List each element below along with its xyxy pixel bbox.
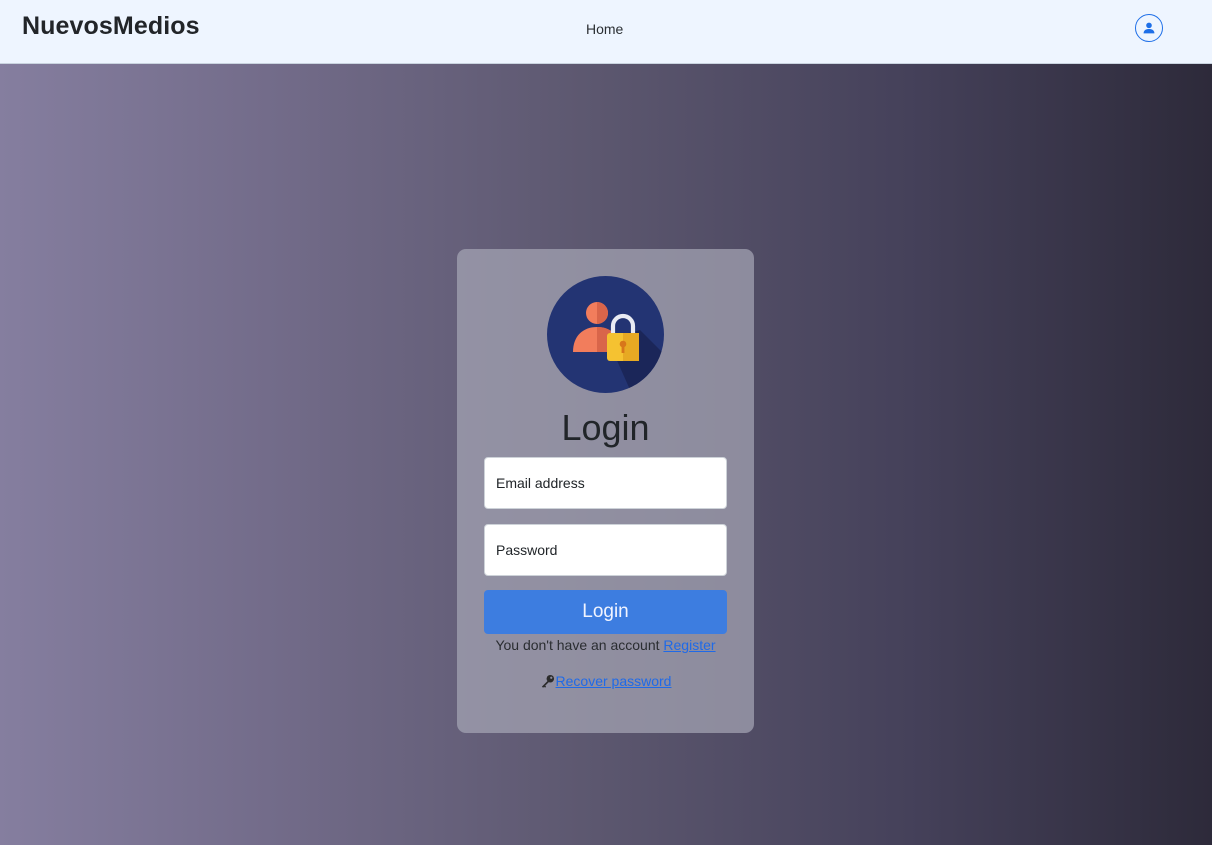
user-circle-icon [1143,22,1155,34]
recover-password-line: Recover password [457,673,754,689]
login-title: Login [561,407,650,448]
password-field[interactable] [484,524,727,576]
recover-password-link[interactable]: Recover password [556,673,672,689]
register-prompt-line: You don't have an account Register [457,637,754,653]
login-submit-button[interactable]: Login [484,590,727,634]
user-lock-icon [547,276,664,393]
register-prompt-text: You don't have an account [495,637,660,653]
register-link[interactable]: Register [663,637,715,653]
brand-logo[interactable]: NuevosMedios [22,12,200,41]
email-field[interactable] [484,457,727,509]
top-navbar: NuevosMedios Home [0,0,1212,64]
key-icon [541,674,554,688]
nav-link-home[interactable]: Home [586,21,623,37]
user-account-button[interactable] [1135,14,1163,42]
login-card: Login Login You don't have an account Re… [457,249,754,733]
